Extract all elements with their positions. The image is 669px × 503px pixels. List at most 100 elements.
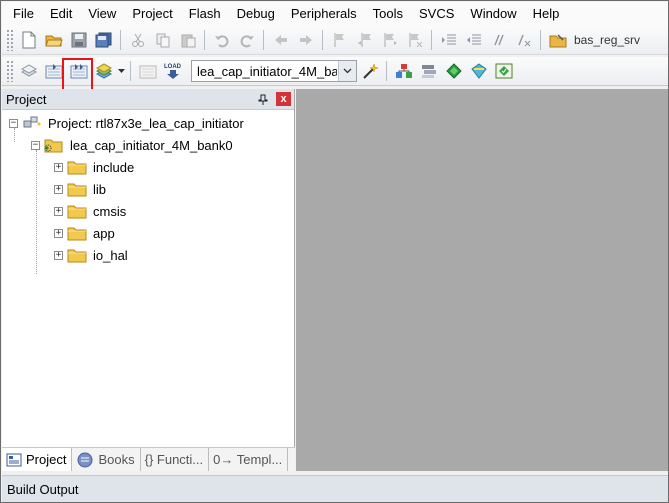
comment-button[interactable] [487,29,510,52]
find-in-files-button[interactable] [546,29,569,52]
menu-flash[interactable]: Flash [181,3,229,25]
tab-label: {} Functi... [144,452,204,467]
menu-debug[interactable]: Debug [229,3,283,25]
translate-button[interactable] [17,60,40,83]
toolbar-separator [431,30,432,50]
books-icon [77,452,93,467]
undo-icon [214,35,228,48]
arrow-right-icon [299,35,312,45]
app-window: File Edit View Project Flash Debug Perip… [0,0,669,503]
undo-button[interactable] [210,29,233,52]
tree-group-label: lib [93,181,107,197]
project-pane-tabs: Project Books {} Functi... 0→ Templ... [2,447,295,471]
tree-group-io-hal[interactable]: + io_hal [2,244,294,266]
menu-peripherals[interactable]: Peripherals [283,3,365,25]
unindent-button[interactable] [462,29,485,52]
expand-toggle[interactable]: + [54,228,63,238]
pack-check-button[interactable] [492,60,515,83]
save-button[interactable] [67,29,90,52]
next-bookmark-button[interactable] [378,29,401,52]
pin-icon[interactable] [255,91,271,107]
tab-label: Books [98,452,135,467]
tree-group-label: cmsis [93,203,127,219]
tree-root[interactable]: − Project: rtl87x3e_lea_cap_initiator [2,112,294,134]
toolbar-separator [386,61,387,81]
open-file-button[interactable] [42,29,65,52]
manage-rte-button[interactable] [442,60,465,83]
magic-wand-icon [362,63,379,79]
toolbar-separator [322,30,323,50]
menu-project[interactable]: Project [124,3,180,25]
prev-bookmark-button[interactable] [353,29,376,52]
paste-button[interactable] [176,29,199,52]
uncomment-button[interactable] [512,29,535,52]
tree-root-label: Project: rtl87x3e_lea_cap_initiator [48,115,244,131]
save-all-icon [95,32,111,48]
pack-check-icon [495,63,512,79]
menu-tools[interactable]: Tools [365,3,411,25]
editor-area [296,89,668,471]
tree-group-cmsis[interactable]: + cmsis [2,200,294,222]
tree-group-app[interactable]: + app [2,222,294,244]
new-file-button[interactable] [17,29,40,52]
project-pane-header: Project x [2,89,294,110]
tab-label: Project [26,452,67,467]
tab-books[interactable]: Books [72,448,141,471]
tree-group-label: io_hal [93,247,128,263]
menu-view[interactable]: View [80,3,124,25]
indent-button[interactable] [437,29,460,52]
clear-bookmarks-button[interactable] [403,29,426,52]
menu-file[interactable]: File [5,3,42,25]
bookmark-button[interactable] [328,29,351,52]
target-select-dropdown[interactable] [338,61,356,81]
batch-build-button[interactable] [92,60,115,83]
menu-svcs[interactable]: SVCS [411,3,462,25]
tab-project[interactable]: Project [2,448,73,471]
expand-toggle[interactable]: + [54,250,63,260]
tab-label: 0→ Templ... [213,452,283,467]
target-options-button[interactable] [358,60,381,83]
folder-icon [67,227,87,241]
stop-build-button[interactable] [136,60,159,83]
tree-target[interactable]: − lea_cap_initiator_4M_bank0 [2,134,294,156]
menu-edit[interactable]: Edit [42,3,80,25]
nav-forward-button[interactable] [294,29,317,52]
arrow-left-icon [274,35,287,45]
batch-build-dropdown[interactable] [116,60,126,83]
chevron-down-icon [343,68,352,74]
find-combo[interactable]: bas_reg_srv [574,33,646,47]
packs-icon [421,65,436,78]
tab-functions[interactable]: {} Functi... [141,448,210,471]
uncomment-icon [517,34,530,47]
download-button[interactable]: LOAD [161,60,184,83]
menu-help[interactable]: Help [525,3,568,25]
toolbar-separator [120,30,121,50]
pack-installer-button[interactable] [467,60,490,83]
flag-next-icon [384,33,397,47]
expand-toggle[interactable]: + [54,206,63,216]
close-pane-button[interactable]: x [276,92,291,106]
redo-button[interactable] [235,29,258,52]
toolbar-separator [204,30,205,50]
save-all-button[interactable] [92,29,115,52]
folder-icon [67,161,87,175]
target-select[interactable]: lea_cap_initiator_4M_bank0 [191,60,357,82]
toolbar-grip[interactable] [6,29,13,51]
nav-back-button[interactable] [269,29,292,52]
redo-icon [240,35,254,48]
cut-button[interactable] [126,29,149,52]
menu-window[interactable]: Window [462,3,524,25]
build-toolbar: LOAD lea_cap_initiator_4M_bank0 [2,57,668,86]
tree-group-lib[interactable]: + lib [2,178,294,200]
collapse-toggle[interactable]: − [9,118,18,128]
copy-button[interactable] [151,29,174,52]
expand-toggle[interactable]: + [54,162,63,172]
collapse-toggle[interactable]: − [31,140,40,150]
select-packs-button[interactable] [417,60,440,83]
target-select-value: lea_cap_initiator_4M_bank0 [197,63,337,79]
toolbar-grip[interactable] [6,60,13,82]
tab-templates[interactable]: 0→ Templ... [209,448,289,471]
manage-project-items-button[interactable] [392,60,415,83]
tree-group-include[interactable]: + include [2,156,294,178]
expand-toggle[interactable]: + [54,184,63,194]
